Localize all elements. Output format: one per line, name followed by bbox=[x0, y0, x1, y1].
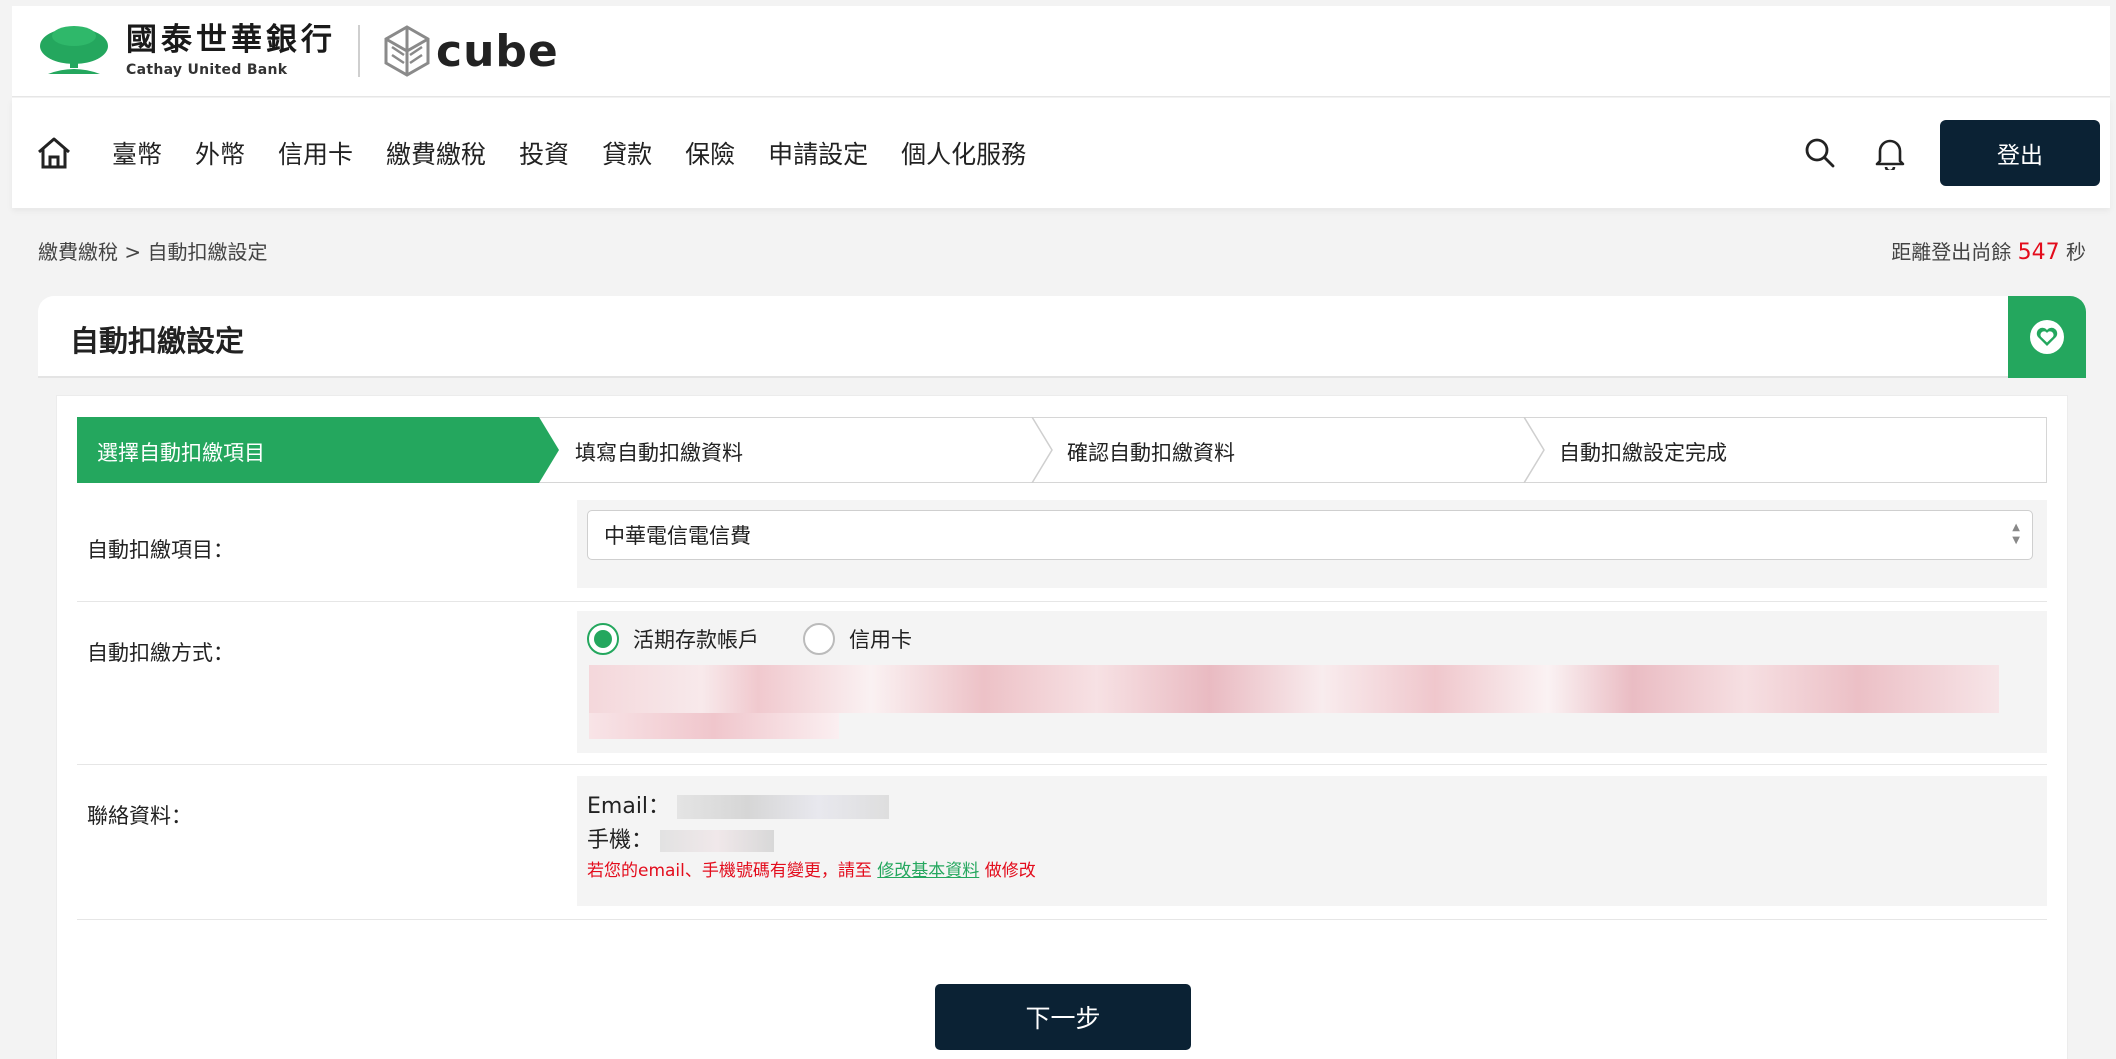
nav-payments[interactable]: 繳費繳稅 bbox=[386, 135, 486, 171]
countdown-prefix: 距離登出尚餘 bbox=[1891, 240, 2012, 264]
nav-apply-settings[interactable]: 申請設定 bbox=[768, 135, 868, 171]
cube-leaf-icon bbox=[384, 25, 430, 77]
redacted-phone bbox=[660, 830, 775, 852]
bank-name-en: Cathay United Bank bbox=[126, 62, 288, 78]
bank-logo[interactable]: 國泰世華銀行 Cathay United Bank bbox=[38, 24, 336, 78]
email-line: Email： bbox=[587, 788, 890, 820]
nav-foreign-currency[interactable]: 外幣 bbox=[195, 135, 245, 171]
step-3: 確認自動扣繳資料 bbox=[1067, 441, 1235, 465]
notification-button[interactable] bbox=[1870, 133, 1910, 173]
logout-countdown: 距離登出尚餘 547 秒 bbox=[1891, 236, 2086, 265]
redacted-account-info-2 bbox=[589, 713, 839, 739]
favorite-button[interactable] bbox=[2008, 296, 2086, 378]
next-step-button[interactable]: 下一步 bbox=[935, 984, 1191, 1050]
row-contact: 聯絡資料： Email： 手機： 若您的email、手機號碼有變更，請至 修改基… bbox=[77, 766, 2047, 920]
logout-button[interactable]: 登出 bbox=[1940, 120, 2100, 186]
redacted-account-info bbox=[589, 665, 1999, 713]
countdown-suffix: 秒 bbox=[2066, 240, 2086, 264]
nav-investment[interactable]: 投資 bbox=[519, 135, 569, 171]
step-4: 自動扣繳設定完成 bbox=[1559, 441, 1727, 465]
logo-divider bbox=[358, 25, 360, 77]
radio-credit-card-label: 信用卡 bbox=[849, 628, 912, 652]
debit-item-value: 中華電信電信費 bbox=[604, 524, 751, 548]
home-button[interactable] bbox=[36, 136, 72, 170]
radio-checked-icon bbox=[587, 623, 619, 655]
nav-actions: 登出 bbox=[1800, 120, 2100, 186]
nav-credit-card[interactable]: 信用卡 bbox=[278, 135, 353, 171]
edit-profile-link[interactable]: 修改基本資料 bbox=[877, 861, 979, 881]
contact-label: 聯絡資料： bbox=[87, 804, 192, 828]
progress-steps: 選擇自動扣繳項目 填寫自動扣繳資料 確認自動扣繳資料 自動扣繳設定完成 bbox=[77, 417, 2047, 483]
form-card: 選擇自動扣繳項目 填寫自動扣繳資料 確認自動扣繳資料 自動扣繳設定完成 自動扣繳… bbox=[56, 395, 2068, 1059]
radio-savings-label: 活期存款帳戶 bbox=[633, 628, 759, 652]
heart-icon bbox=[2030, 320, 2064, 354]
nav-twd[interactable]: 臺幣 bbox=[112, 135, 162, 171]
redacted-email bbox=[677, 795, 890, 819]
debit-item-field: 中華電信電信費 ▲ ▼ bbox=[577, 500, 2047, 588]
debit-method-field: 活期存款帳戶 信用卡 bbox=[577, 611, 2047, 753]
nav-personal-services[interactable]: 個人化服務 bbox=[901, 135, 1026, 171]
home-icon bbox=[38, 137, 70, 169]
countdown-seconds: 547 bbox=[2017, 240, 2060, 265]
contact-change-note: 若您的email、手機號碼有變更，請至 修改基本資料 做修改 bbox=[587, 856, 1036, 881]
header-bar: 國泰世華銀行 Cathay United Bank cube bbox=[12, 6, 2110, 97]
nav-loans[interactable]: 貸款 bbox=[602, 135, 652, 171]
email-label: Email： bbox=[587, 794, 671, 819]
row-debit-method: 自動扣繳方式： 活期存款帳戶 信用卡 bbox=[77, 603, 2047, 765]
phone-line: 手機： bbox=[587, 822, 775, 854]
breadcrumb: 繳費繳稅 > 自動扣繳設定 bbox=[38, 240, 268, 264]
debit-item-label: 自動扣繳項目： bbox=[87, 538, 234, 562]
nav-insurance[interactable]: 保險 bbox=[685, 135, 735, 171]
bell-icon bbox=[1875, 139, 1905, 170]
page-title: 自動扣繳設定 bbox=[70, 324, 245, 358]
select-updown-icon: ▲ ▼ bbox=[2012, 522, 2020, 546]
search-button[interactable] bbox=[1800, 133, 1840, 173]
radio-credit-card[interactable]: 信用卡 bbox=[803, 623, 912, 655]
page-card-header: 自動扣繳設定 bbox=[38, 296, 2086, 378]
radio-unchecked-icon bbox=[803, 623, 835, 655]
note-suffix: 做修改 bbox=[984, 861, 1036, 881]
bank-name: 國泰世華銀行 Cathay United Bank bbox=[126, 22, 336, 78]
radio-savings-account[interactable]: 活期存款帳戶 bbox=[587, 623, 759, 655]
row-debit-item: 自動扣繳項目： 中華電信電信費 ▲ ▼ bbox=[77, 500, 2047, 602]
tree-logo-icon bbox=[40, 26, 108, 74]
steps-background bbox=[77, 417, 2047, 483]
bank-name-zh: 國泰世華銀行 bbox=[126, 22, 336, 58]
debit-item-select[interactable]: 中華電信電信費 ▲ ▼ bbox=[587, 510, 2033, 560]
note-prefix: 若您的email、手機號碼有變更，請至 bbox=[587, 861, 872, 881]
debit-method-label: 自動扣繳方式： bbox=[87, 641, 234, 665]
step-2: 填寫自動扣繳資料 bbox=[575, 441, 743, 465]
step-1-active: 選擇自動扣繳項目 bbox=[97, 441, 265, 465]
cube-logo[interactable]: cube bbox=[384, 25, 559, 77]
search-icon bbox=[1805, 138, 1835, 168]
contact-field: Email： 手機： 若您的email、手機號碼有變更，請至 修改基本資料 做修… bbox=[577, 776, 2047, 906]
main-nav: 臺幣 外幣 信用卡 繳費繳稅 投資 貸款 保險 申請設定 個人化服務 登出 bbox=[12, 98, 2110, 208]
cube-wordmark: cube bbox=[436, 25, 559, 77]
phone-label: 手機： bbox=[587, 828, 654, 853]
